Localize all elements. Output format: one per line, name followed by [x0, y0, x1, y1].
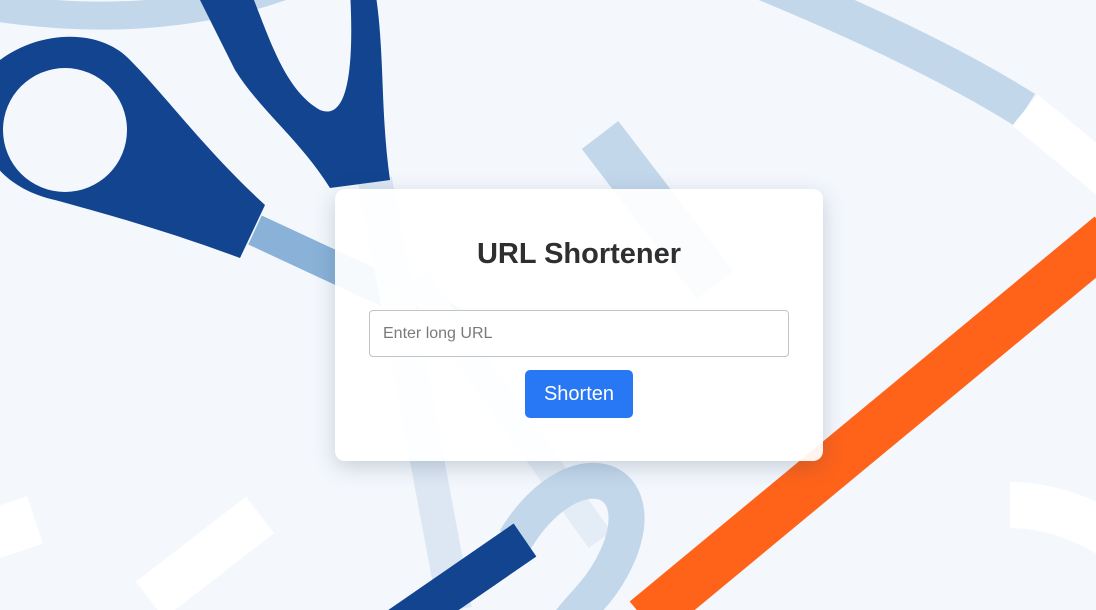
- white-strip-far-left: [0, 496, 43, 559]
- shorten-button[interactable]: Shorten: [525, 370, 633, 418]
- scissors-handle-top: [200, 0, 390, 188]
- page-title: URL Shortener: [476, 238, 682, 270]
- shortener-card: URL Shortener Shorten: [335, 189, 823, 461]
- white-strip-bottom-left: [135, 496, 275, 610]
- light-blue-loop-bottom: [499, 462, 645, 610]
- url-input[interactable]: [369, 310, 789, 357]
- white-arc-bottom-right: [1009, 482, 1096, 554]
- white-strip-top-right: [1012, 94, 1096, 195]
- light-blue-arc-top-right: [758, 0, 1036, 127]
- scissors-handle-hole-left: [3, 68, 127, 192]
